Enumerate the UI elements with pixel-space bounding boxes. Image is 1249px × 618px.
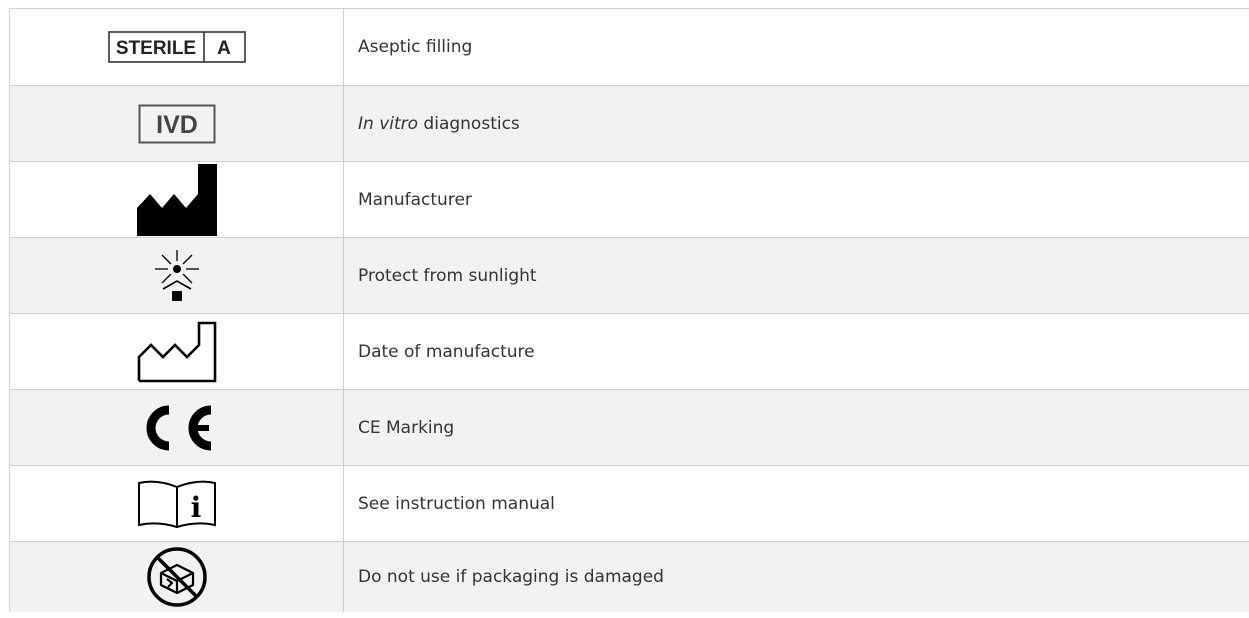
protect-from-sunlight-icon [154,249,199,301]
description-cell: CE Marking [343,389,1249,466]
description-cell: See instruction manual [343,465,1249,542]
symbol-cell: IVD [9,85,344,162]
description-cell: Protect from sunlight [343,237,1249,314]
date-of-manufacture-icon [137,321,216,382]
symbol-cell [9,389,344,466]
description-cell: Do not use if packaging is damaged [343,541,1249,612]
svg-text:i: i [190,491,201,524]
do-not-use-if-damaged-icon [146,547,207,607]
description-cell: Manufacturer [343,161,1249,238]
manufacturer-icon [136,163,217,236]
table-row: STERILE A Aseptic filling [9,8,1249,86]
sterile-label: STERILE [115,38,195,59]
table-row: i See instruction manual [9,465,1249,542]
symbol-cell [9,237,344,314]
ivd-icon: IVD [138,104,215,143]
description-rest: diagnostics [418,113,520,134]
symbol-cell [9,161,344,238]
symbol-cell: i [9,465,344,542]
table-row: IVD In vitro diagnostics [9,85,1249,162]
table-row: Protect from sunlight [9,237,1249,314]
sterile-a-icon: STERILE A [107,31,246,63]
description-italic: In vitro [358,113,419,134]
table-row: Do not use if packaging is damaged [9,541,1249,612]
description-cell: Aseptic filling [343,8,1249,86]
table-row: Date of manufacture [9,313,1249,390]
description-cell: Date of manufacture [343,313,1249,390]
ivd-label: IVD [156,111,198,139]
symbol-cell [9,313,344,390]
table-row: CE Marking [9,389,1249,466]
sterile-a-label: A [217,38,231,59]
instruction-manual-icon: i [137,480,216,528]
description-cell: In vitro diagnostics [343,85,1249,162]
symbol-cell: STERILE A [9,8,344,86]
symbol-cell [9,541,344,612]
table-row: Manufacturer [9,161,1249,238]
symbols-table: STERILE A Aseptic filling IVD In vitro d… [9,8,1249,612]
ce-marking-icon [146,405,211,450]
